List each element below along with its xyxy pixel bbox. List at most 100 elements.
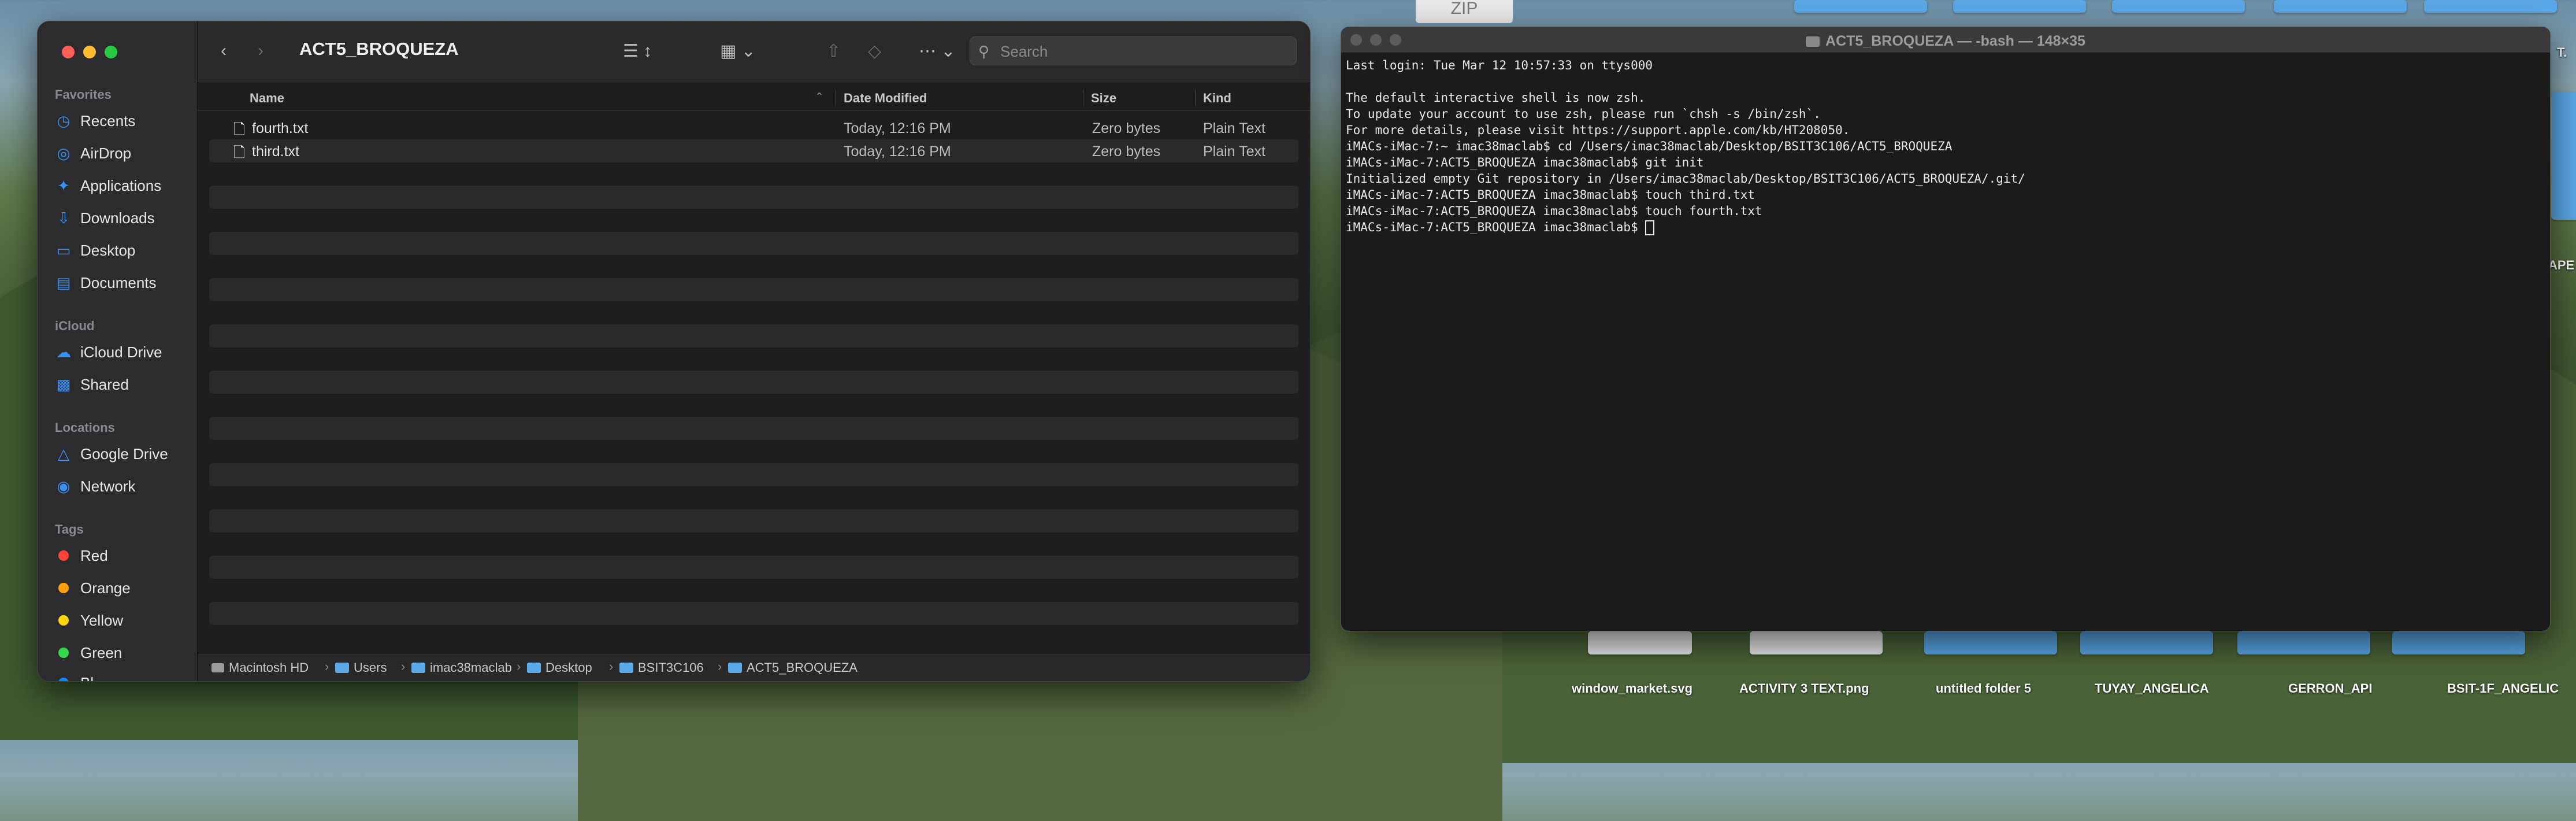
desktop-folder-icon[interactable]: [2274, 0, 2407, 13]
path-item[interactable]: imac38maclab: [411, 660, 512, 675]
terminal-prompt-line[interactable]: iMACs-iMac-7:ACT5_BROQUEZA imac38maclab$: [1346, 219, 2545, 235]
sidebar-tag-yellow[interactable]: Yellow: [55, 609, 188, 632]
sidebar-item-applications[interactable]: ✦ Applications: [55, 174, 188, 197]
desktop-icon: ▭: [56, 241, 71, 259]
empty-row: [209, 162, 1298, 186]
empty-row: [209, 556, 1298, 579]
back-icon[interactable]: ‹: [221, 41, 227, 61]
path-label: Users: [354, 660, 387, 675]
globe-icon: ◉: [57, 477, 70, 495]
sidebar-section-locations: Locations: [55, 420, 115, 435]
search-input[interactable]: [999, 42, 1290, 61]
column-divider[interactable]: [1195, 90, 1196, 106]
file-row[interactable]: 🗋 fourth.txt Today, 12:16 PM Zero bytes …: [209, 116, 1298, 139]
column-kind[interactable]: Kind: [1203, 91, 1231, 106]
sidebar-tag-blue[interactable]: Bl: [55, 671, 188, 681]
tag-icon[interactable]: ◇: [868, 41, 881, 61]
file-name: third.txt: [252, 143, 299, 160]
column-size[interactable]: Size: [1091, 91, 1116, 106]
zip-file-icon[interactable]: ZIP: [1416, 0, 1513, 23]
download-icon: ⇩: [57, 209, 70, 227]
close-button[interactable]: [62, 46, 75, 58]
file-kind: Plain Text: [1203, 120, 1265, 136]
hard-drive-icon: [211, 663, 224, 672]
file-kind: Plain Text: [1203, 143, 1265, 160]
sidebar-tag-red[interactable]: Red: [55, 544, 188, 567]
file-date: Today, 12:16 PM: [844, 120, 951, 136]
terminal-line: The default interactive shell is now zsh…: [1346, 91, 1646, 105]
empty-row: [209, 232, 1298, 255]
path-item[interactable]: Desktop: [527, 660, 592, 675]
terminal-window: ACT5_BROQUEZA — -bash — 148×35 Last logi…: [1341, 27, 2551, 631]
desktop-item-label: BSIT-1F_ANGELIC: [2447, 681, 2559, 696]
column-name[interactable]: Name: [250, 91, 284, 106]
sidebar-item-shared[interactable]: ▩ Shared: [55, 373, 188, 396]
empty-row: [209, 371, 1298, 394]
empty-row: [209, 209, 1298, 232]
search-icon: ⚲: [978, 43, 990, 60]
desktop-folder-icon[interactable]: [1953, 0, 2086, 13]
file-size: Zero bytes: [1092, 143, 1161, 160]
sidebar-item-recents[interactable]: ◷ Recents: [55, 109, 188, 132]
empty-row: [209, 394, 1298, 417]
path-item[interactable]: Users: [335, 660, 387, 675]
column-header: Name ˆ Date Modified Size Kind: [198, 85, 1310, 111]
path-item[interactable]: Macintosh HD: [211, 660, 309, 675]
terminal-line: iMACs-iMac-7:~ imac38maclab$ cd /Users/i…: [1346, 139, 1953, 153]
zoom-button[interactable]: [105, 46, 117, 58]
desktop-folder-icon[interactable]: [2551, 93, 2576, 220]
folder-icon: [1806, 36, 1820, 47]
minimize-button[interactable]: [83, 46, 96, 58]
terminal-line: Initialized empty Git repository in /Use…: [1346, 172, 2025, 186]
sidebar-item-downloads[interactable]: ⇩ Downloads: [55, 206, 188, 230]
sidebar-item-desktop[interactable]: ▭ Desktop: [55, 239, 188, 262]
empty-row: [209, 532, 1298, 556]
sidebar-item-label: Network: [80, 477, 136, 495]
desktop-folder-icon[interactable]: [2237, 631, 2370, 654]
sidebar-tag-green[interactable]: Green: [55, 641, 188, 664]
terminal-line: iMACs-iMac-7:ACT5_BROQUEZA imac38maclab$…: [1346, 204, 1762, 218]
more-actions-icon[interactable]: ⋯ ⌄: [919, 41, 955, 61]
list-view-icon[interactable]: ☰ ↕: [623, 41, 652, 61]
path-item[interactable]: ACT5_BROQUEZA: [728, 660, 858, 675]
desktop-folder-icon[interactable]: [1794, 0, 1927, 13]
tag-color-dot: [58, 648, 69, 658]
desktop-folder-icon[interactable]: [2392, 631, 2525, 654]
terminal-output[interactable]: Last login: Tue Mar 12 10:57:33 on ttys0…: [1346, 57, 2545, 235]
path-item[interactable]: BSIT3C106: [619, 660, 704, 675]
folder-icon: [527, 663, 541, 673]
grid-view-icon[interactable]: ▦ ⌄: [720, 41, 756, 61]
terminal-cursor: [1645, 220, 1655, 235]
path-label: BSIT3C106: [638, 660, 704, 675]
terminal-titlebar[interactable]: ACT5_BROQUEZA — -bash — 148×35: [1341, 27, 2550, 53]
sidebar-item-icloud-drive[interactable]: ☁ iCloud Drive: [55, 341, 188, 364]
empty-row: [209, 278, 1298, 301]
desktop-file-icon[interactable]: [1750, 631, 1883, 654]
desktop-folder-icon[interactable]: [1924, 631, 2057, 654]
desktop-folder-icon[interactable]: [2080, 631, 2213, 654]
file-size: Zero bytes: [1092, 120, 1161, 136]
desktop-item-label: GERRON_API: [2288, 681, 2373, 696]
sidebar-item-label: Google Drive: [80, 445, 168, 463]
sidebar-item-documents[interactable]: ▤ Documents: [55, 271, 188, 294]
terminal-prompt: iMACs-iMac-7:ACT5_BROQUEZA imac38maclab$: [1346, 220, 1646, 234]
file-row[interactable]: 🗋 third.txt Today, 12:16 PM Zero bytes P…: [209, 139, 1298, 162]
sidebar-tag-orange[interactable]: Orange: [55, 576, 188, 600]
sidebar-item-label: Desktop: [80, 241, 136, 259]
empty-row: [209, 579, 1298, 602]
forward-icon[interactable]: ›: [258, 41, 263, 61]
sidebar-item-google-drive[interactable]: △ Google Drive: [55, 442, 188, 465]
sidebar-item-airdrop[interactable]: ◎ AirDrop: [55, 142, 188, 165]
column-date-modified[interactable]: Date Modified: [844, 91, 927, 106]
desktop-folder-icon[interactable]: [2424, 0, 2557, 13]
desktop-file-icon[interactable]: [1588, 631, 1692, 654]
cloud-icon: ☁: [56, 343, 71, 361]
search-field[interactable]: ⚲: [970, 36, 1297, 65]
airdrop-icon: ◎: [57, 144, 70, 162]
share-icon[interactable]: ⇧: [826, 41, 841, 61]
sidebar-item-network[interactable]: ◉ Network: [55, 475, 188, 498]
folder-icon: [728, 663, 742, 673]
desktop-folder-icon[interactable]: [2112, 0, 2245, 13]
sidebar-item-label: Recents: [80, 112, 136, 130]
